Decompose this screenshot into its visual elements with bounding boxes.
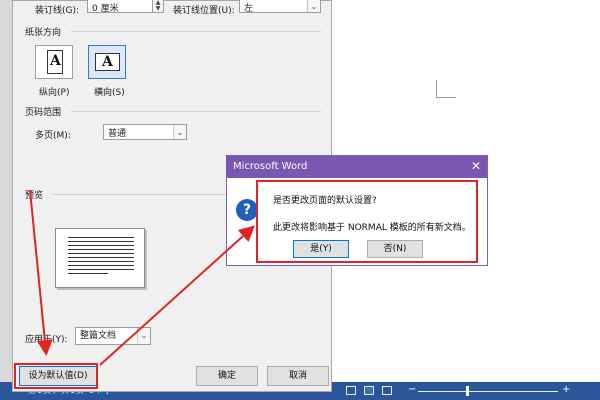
arrow-to-message [99, 225, 255, 366]
arrow-to-default-button [29, 189, 53, 356]
annotation-arrows [29, 189, 255, 366]
